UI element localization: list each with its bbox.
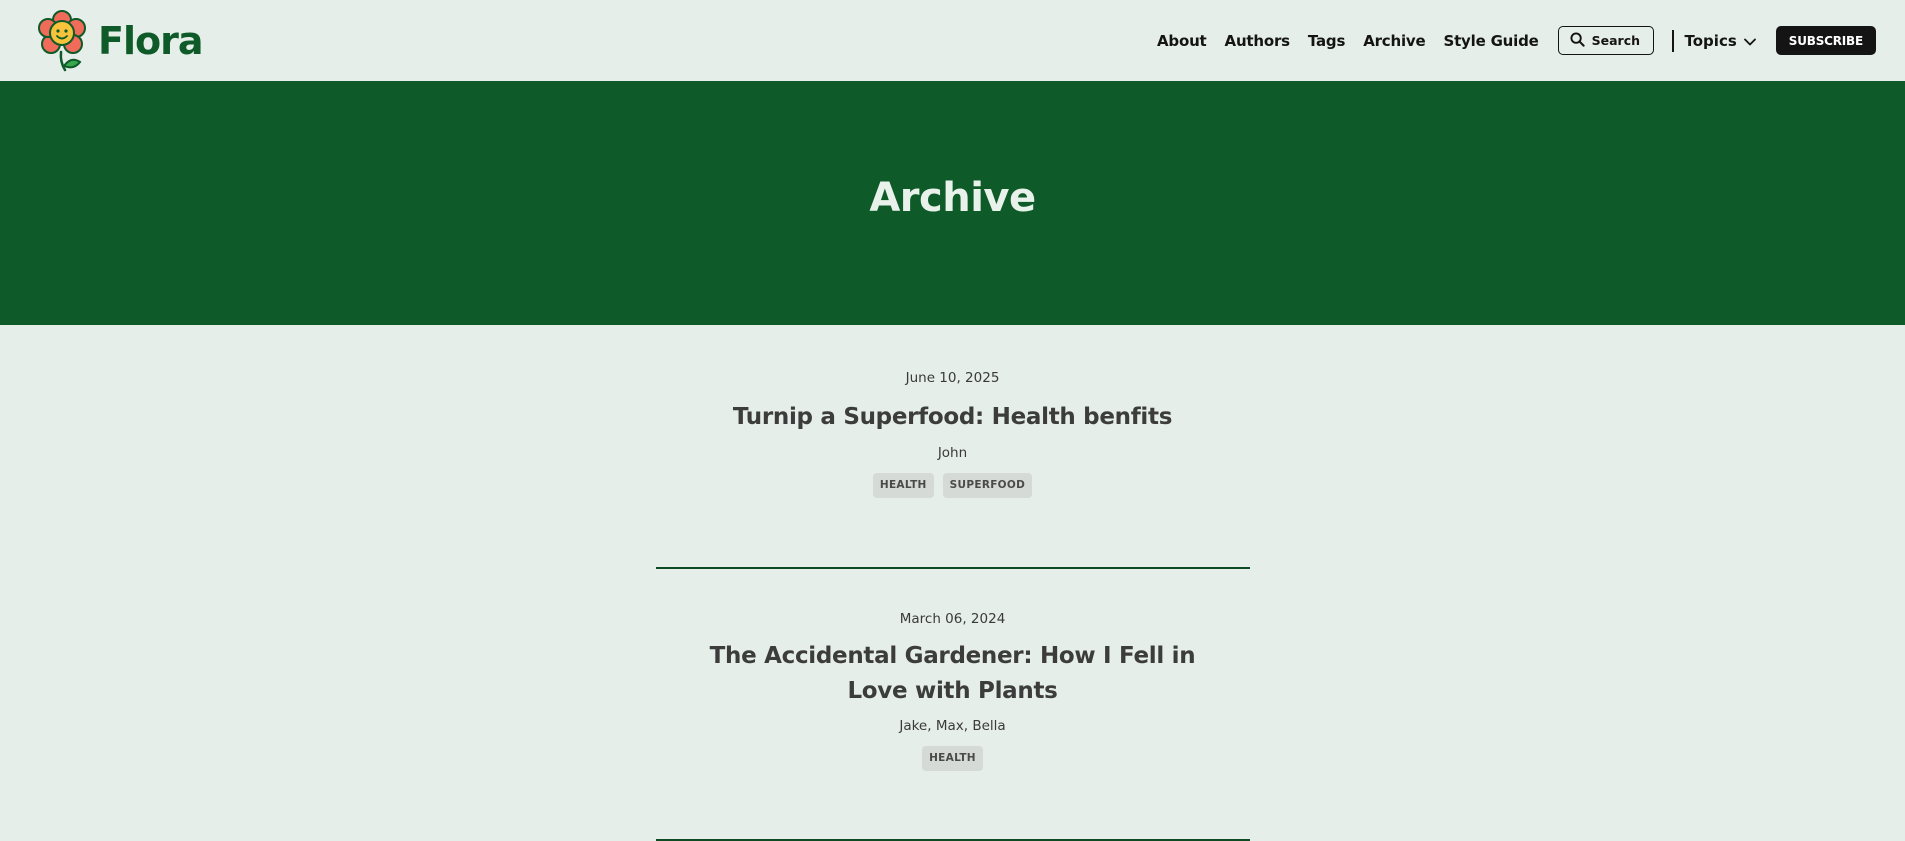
nav-link-about[interactable]: About [1157,32,1207,50]
topics-label: Topics [1684,31,1737,50]
post-tags: HEALTH SUPERFOOD [656,473,1250,498]
nav-divider [1672,29,1674,52]
post-title-link[interactable]: The Accidental Gardener: How I Fell in L… [656,639,1250,709]
archive-list: June 10, 2025 Turnip a Superfood: Health… [655,325,1250,841]
hero-banner: Archive [0,81,1905,325]
search-button-label: Search [1591,33,1641,48]
topics-dropdown[interactable]: Topics [1685,32,1756,50]
nav-link-archive[interactable]: Archive [1363,32,1425,50]
post-date: March 06, 2024 [899,611,1006,627]
tag-health[interactable]: HEALTH [872,473,934,498]
smiling-flower-icon [38,9,92,72]
archive-post: March 06, 2024 The Accidental Gardener: … [655,569,1250,841]
brand-logo-link[interactable]: Flora [38,9,203,72]
post-tags: HEALTH [656,746,1250,771]
post-authors[interactable]: John [656,445,1250,461]
archive-post: June 10, 2025 Turnip a Superfood: Health… [655,325,1250,569]
subscribe-button[interactable]: SUBSCRIBE [1775,26,1876,55]
post-title-link[interactable]: Turnip a Superfood: Health benfits [656,400,1250,435]
tag-health[interactable]: HEALTH [922,746,983,771]
search-icon [1570,31,1585,50]
tag-superfood[interactable]: SUPERFOOD [942,473,1033,498]
main-nav: About Authors Tags Archive Style Guide S… [1157,26,1876,55]
nav-link-authors[interactable]: Authors [1225,32,1291,50]
page-title: Archive [869,175,1036,221]
site-header: Flora About Authors Tags Archive Style G… [0,0,1905,81]
nav-link-tags[interactable]: Tags [1308,32,1345,50]
post-date: June 10, 2025 [905,370,1000,386]
chevron-down-icon [1743,32,1756,50]
brand-name: Flora [98,18,203,63]
post-authors[interactable]: Jake, Max, Bella [656,718,1250,734]
search-button[interactable]: Search [1557,26,1655,55]
nav-link-style-guide[interactable]: Style Guide [1443,32,1538,50]
